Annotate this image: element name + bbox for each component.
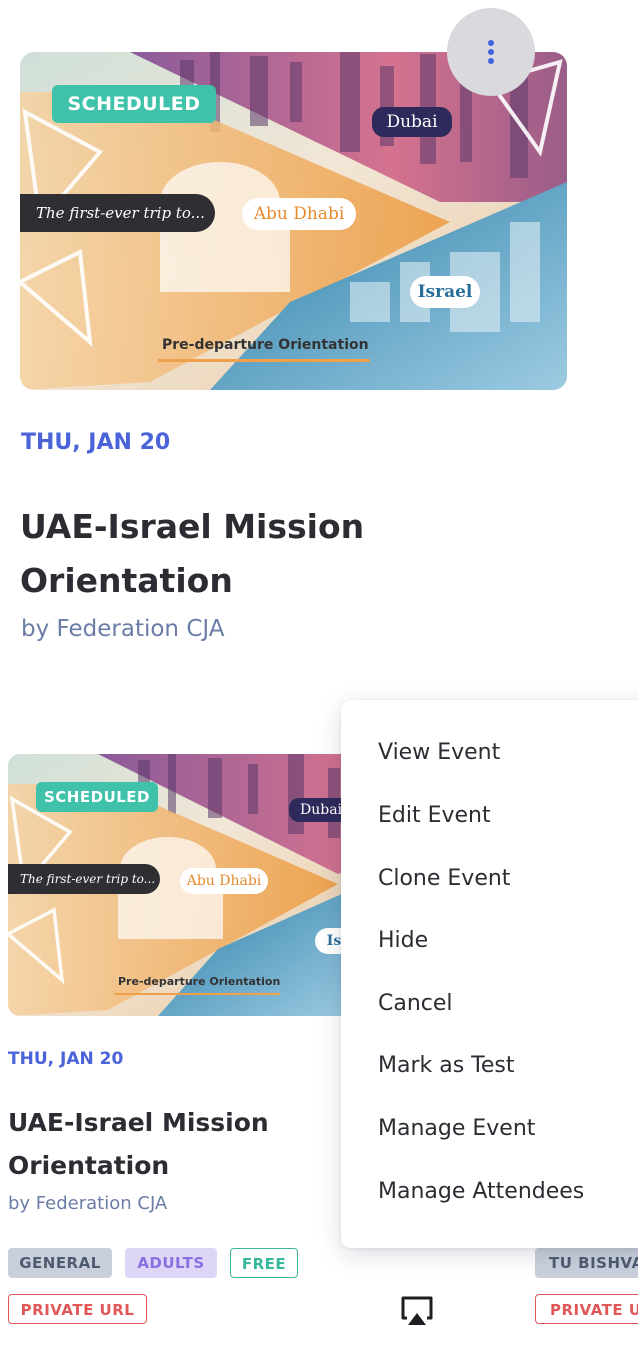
event-date: THU, JAN 20 [21,430,171,455]
event-image[interactable]: SCHEDULED Dubai The first-ever trip to..… [8,754,353,1016]
event-options-menu: View Event Edit Event Clone Event Hide C… [341,700,638,1248]
more-options-button[interactable] [447,8,535,96]
tag-private-url: PRIVATE URL [8,1294,147,1324]
tagline-label: The first-ever trip to... [8,864,160,894]
menu-item-edit-event[interactable]: Edit Event [378,803,491,828]
event-date: THU, JAN 20 [8,1049,124,1069]
image-caption: Pre-departure Orientation [118,975,281,988]
event-organizer[interactable]: by Federation CJA [8,1193,167,1214]
event-image[interactable]: SCHEDULED Dubai The first-ever trip to..… [20,52,567,390]
tag-private-url: PRIVATE U [535,1294,638,1324]
tag-general: GENERAL [8,1248,112,1278]
tagline-label: The first-ever trip to... [20,194,215,232]
event-title-line1: UAE-Israel Mission [20,507,365,546]
image-caption: Pre-departure Orientation [162,337,369,353]
menu-item-view-event[interactable]: View Event [378,740,500,765]
caption-underline [158,359,370,362]
event-title-line2: Orientation [20,561,233,600]
tag-adults: ADULTS [125,1248,217,1278]
event-organizer[interactable]: by Federation CJA [21,616,225,642]
tag-tu-bishvat: TU BISHVA [535,1248,638,1278]
tag-free: FREE [230,1248,298,1278]
event-title[interactable]: UAE-Israel Mission Orientation [8,1101,269,1187]
city-label-dubai: Dubai [372,107,452,137]
menu-item-mark-as-test[interactable]: Mark as Test [378,1053,515,1078]
event-title-line2: Orientation [8,1151,170,1180]
status-badge: SCHEDULED [52,85,216,123]
city-label-abu-dhabi: Abu Dhabi [242,198,356,230]
event-title-line1: UAE-Israel Mission [8,1108,269,1137]
menu-item-manage-attendees[interactable]: Manage Attendees [378,1179,584,1204]
menu-item-hide[interactable]: Hide [378,928,428,953]
menu-item-clone-event[interactable]: Clone Event [378,866,510,891]
status-badge: SCHEDULED [36,782,158,812]
menu-item-manage-event[interactable]: Manage Event [378,1116,535,1141]
caption-underline [114,993,280,995]
city-label-israel: Israel [410,276,480,308]
menu-item-cancel[interactable]: Cancel [378,991,453,1016]
airplay-icon[interactable] [399,1294,435,1328]
event-title[interactable]: UAE-Israel Mission Orientation [20,500,364,608]
city-label-abu-dhabi: Abu Dhabi [180,868,268,894]
